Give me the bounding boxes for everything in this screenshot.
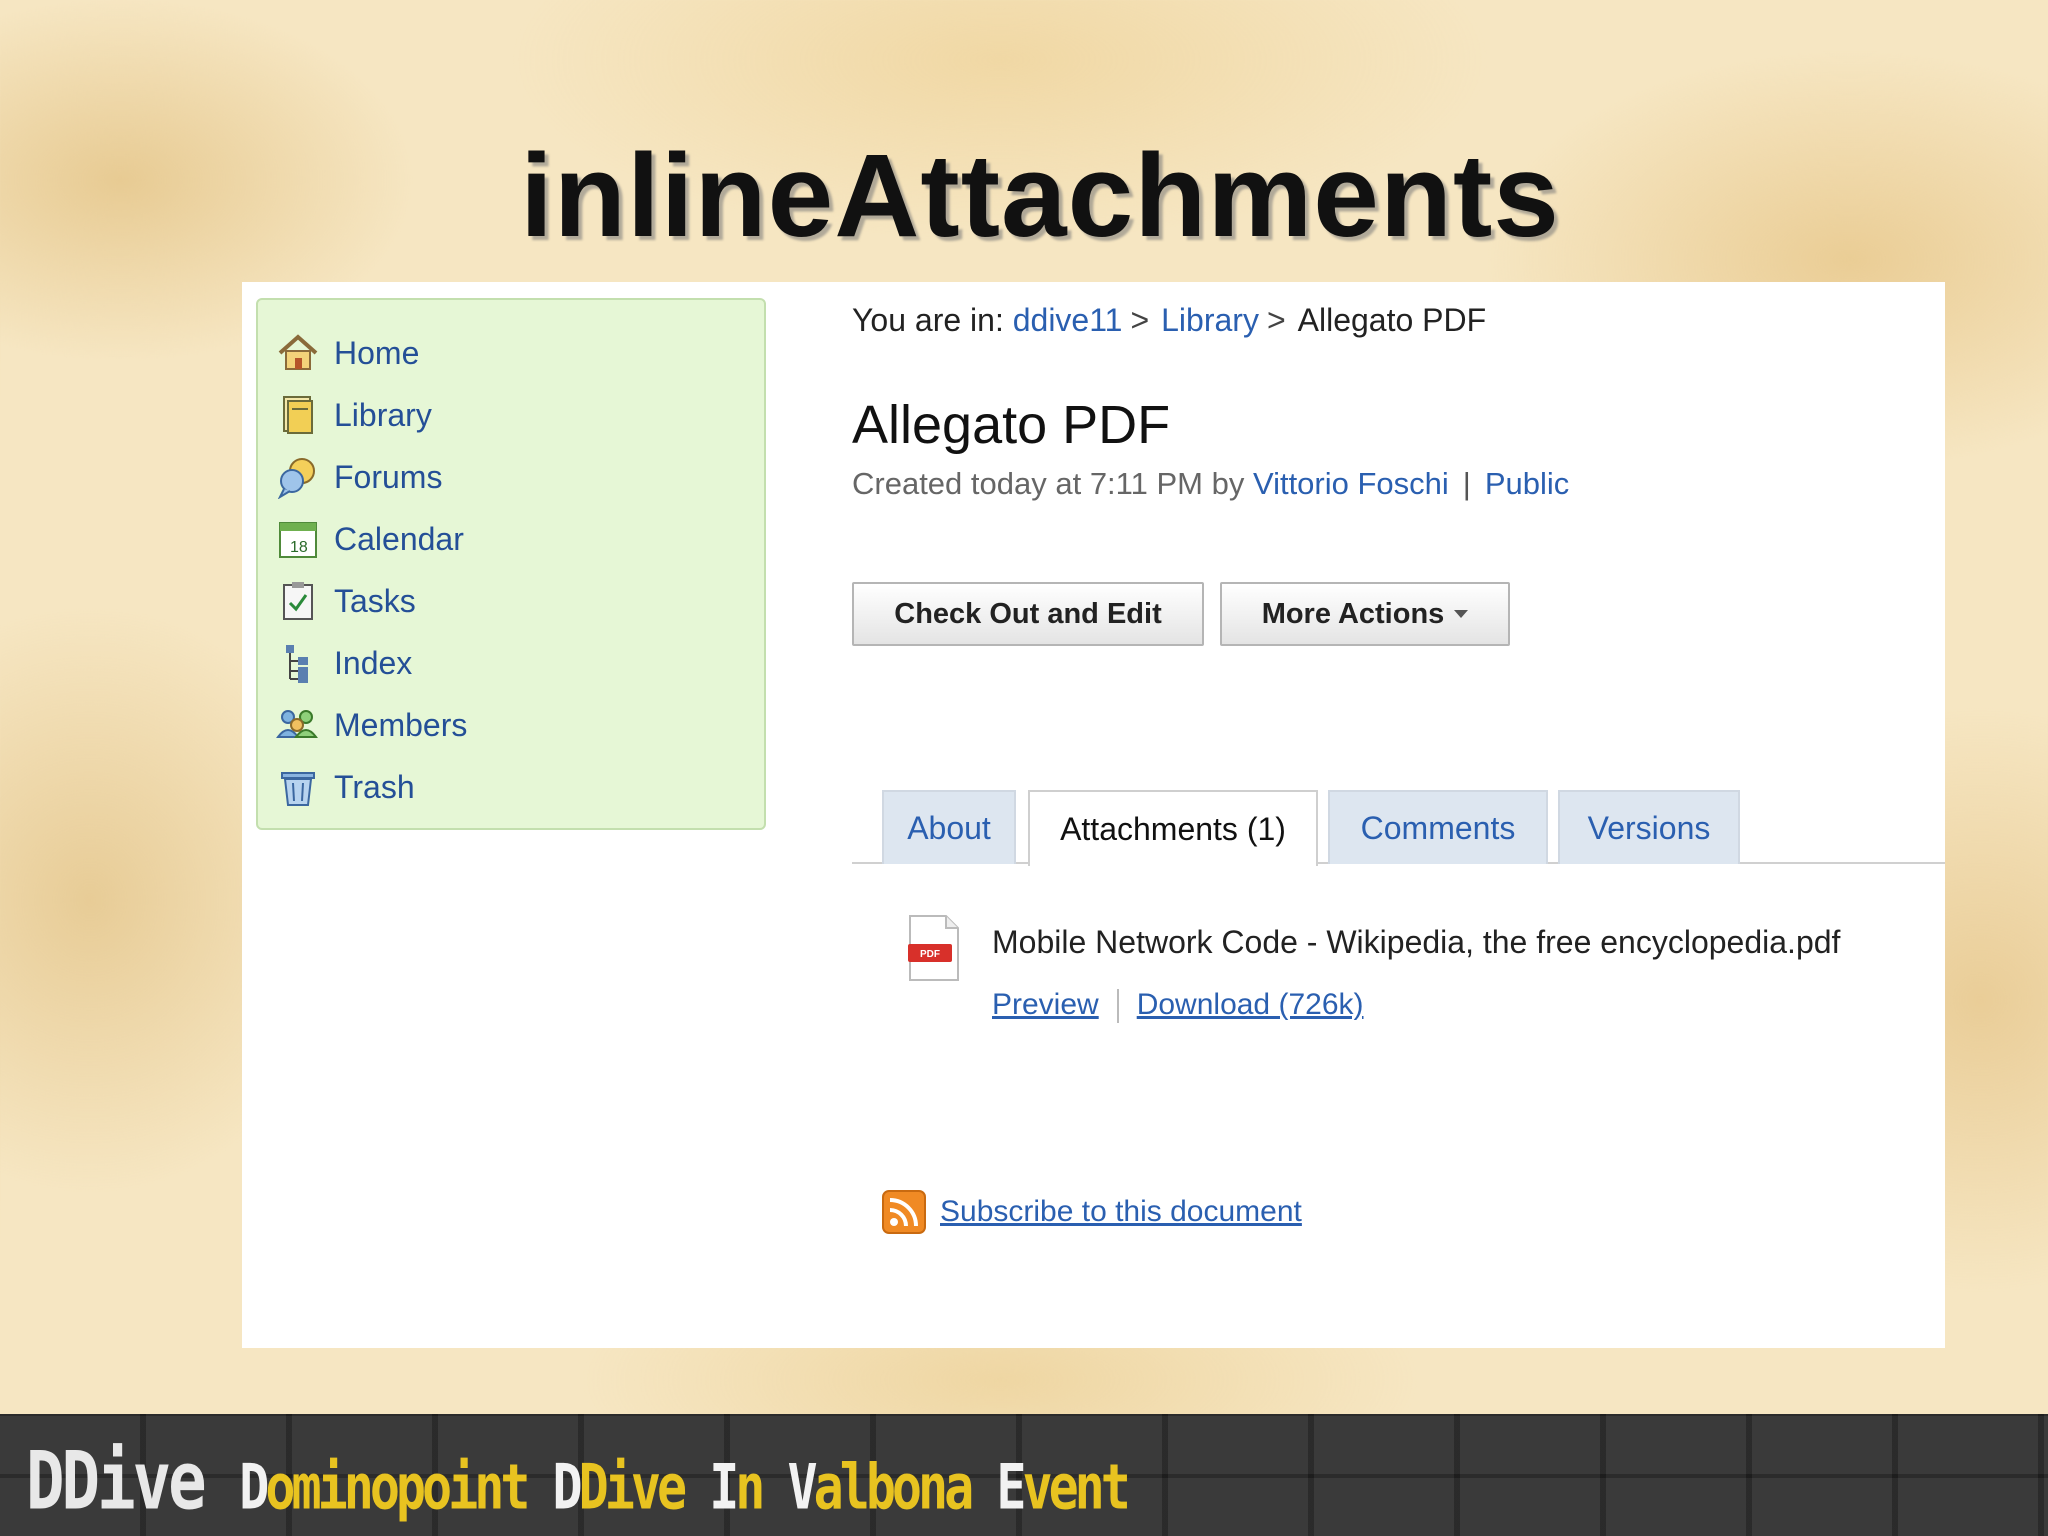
calendar-icon: 18: [279, 522, 317, 558]
more-actions-label: More Actions: [1261, 597, 1445, 630]
more-actions-button[interactable]: More Actions: [1220, 582, 1510, 646]
footer-word: n: [735, 1451, 765, 1524]
svg-text:18: 18: [290, 539, 308, 556]
chevron-down-icon: [1454, 610, 1469, 618]
attachment-links: Preview Download (726k): [992, 988, 1364, 1024]
check-out-and-edit-button[interactable]: Check Out and Edit: [852, 582, 1204, 646]
meta-divider: |: [1462, 466, 1471, 501]
created-text: Created today at 7:11 PM by: [852, 466, 1245, 501]
index-icon: [286, 645, 308, 683]
footer-word: Dive: [578, 1451, 687, 1524]
sidebar-item-label: Home: [334, 334, 420, 371]
visibility-link[interactable]: Public: [1485, 466, 1569, 501]
tab-comments[interactable]: Comments: [1328, 790, 1548, 864]
download-link[interactable]: Download (726k): [1137, 988, 1364, 1021]
tab-about[interactable]: About: [882, 790, 1016, 864]
members-icon: [276, 710, 318, 738]
footer-word: vent: [1022, 1451, 1130, 1524]
sidebar-item-label: Tasks: [334, 582, 416, 619]
sidebar-item-members[interactable]: Members: [276, 694, 764, 756]
footer-banner: DDive Dominopoint DDive In Valbona Event: [0, 1414, 2048, 1536]
sidebar-item-label: Library: [334, 396, 432, 433]
footer-initial: E: [996, 1451, 1026, 1524]
sidebar-item-label: Forums: [334, 458, 443, 495]
sidebar-item-library[interactable]: Library: [276, 384, 764, 446]
document-meta: Created today at 7:11 PM by Vittorio Fos…: [852, 466, 1569, 502]
library-icon: [283, 396, 313, 434]
footer-brand: DDive: [26, 1436, 207, 1529]
breadcrumb-current: Allegato PDF: [1297, 302, 1487, 338]
breadcrumb-separator: >: [1266, 302, 1286, 338]
breadcrumb: You are in: ddive11 > Library > Allegato PDF: [852, 302, 1486, 339]
pdf-file-icon: PDF: [908, 915, 959, 981]
forums-icon: [277, 458, 315, 499]
preview-link[interactable]: Preview: [992, 988, 1099, 1021]
footer-initial: V: [787, 1451, 818, 1524]
tab-bar: About Attachments (1) Comments Versions: [852, 790, 1945, 866]
pdf-badge: PDF: [920, 949, 940, 960]
footer-word: ominopoint: [265, 1451, 530, 1524]
breadcrumb-link-ddive11[interactable]: ddive11: [1013, 302, 1123, 338]
link-divider: [1116, 989, 1119, 1024]
footer-tagline: Dominopoint DDive In Valbona Event: [239, 1451, 1131, 1524]
sidebar-item-label: Members: [334, 706, 468, 743]
home-icon: [278, 334, 318, 370]
sidebar-item-label: Trash: [334, 768, 415, 805]
app-screenshot: Home Library Forums 18 Calendar Tasks In…: [242, 282, 1945, 1348]
footer-text: DDive Dominopoint DDive In Valbona Event: [26, 1436, 1131, 1529]
breadcrumb-separator: >: [1130, 302, 1150, 338]
sidebar-item-calendar[interactable]: 18 Calendar: [276, 508, 764, 570]
sidebar-item-trash[interactable]: Trash: [276, 756, 764, 818]
breadcrumb-link-library[interactable]: Library: [1161, 302, 1259, 338]
sidebar-item-label: Calendar: [334, 520, 464, 557]
subscribe-row: Subscribe to this document: [882, 1190, 1302, 1234]
footer-initial: D: [239, 1451, 269, 1524]
footer-initial: I: [709, 1451, 739, 1524]
breadcrumb-prefix: You are in:: [852, 302, 1004, 338]
sidebar-nav: Home Library Forums 18 Calendar Tasks In…: [256, 298, 766, 830]
trash-icon: [281, 772, 315, 806]
sidebar-item-home[interactable]: Home: [276, 322, 764, 384]
footer-word: albona: [813, 1451, 975, 1524]
tab-versions[interactable]: Versions: [1558, 790, 1740, 864]
subscribe-link[interactable]: Subscribe to this document: [940, 1195, 1302, 1229]
page-title: Allegato PDF: [852, 395, 1171, 455]
sidebar-item-label: Index: [334, 644, 413, 681]
sidebar-item-index[interactable]: Index: [276, 632, 764, 694]
sidebar-item-forums[interactable]: Forums: [276, 446, 764, 508]
author-link[interactable]: Vittorio Foschi: [1253, 466, 1449, 501]
rss-icon[interactable]: [882, 1190, 926, 1234]
footer-initial: D: [552, 1451, 583, 1524]
sidebar-item-tasks[interactable]: Tasks: [276, 570, 764, 632]
tasks-icon: [283, 582, 313, 620]
tab-attachments[interactable]: Attachments (1): [1028, 790, 1318, 866]
slide-title: inlineAttachments: [520, 130, 1560, 262]
attachment-file-name: Mobile Network Code - Wikipedia, the fre…: [992, 924, 1841, 960]
